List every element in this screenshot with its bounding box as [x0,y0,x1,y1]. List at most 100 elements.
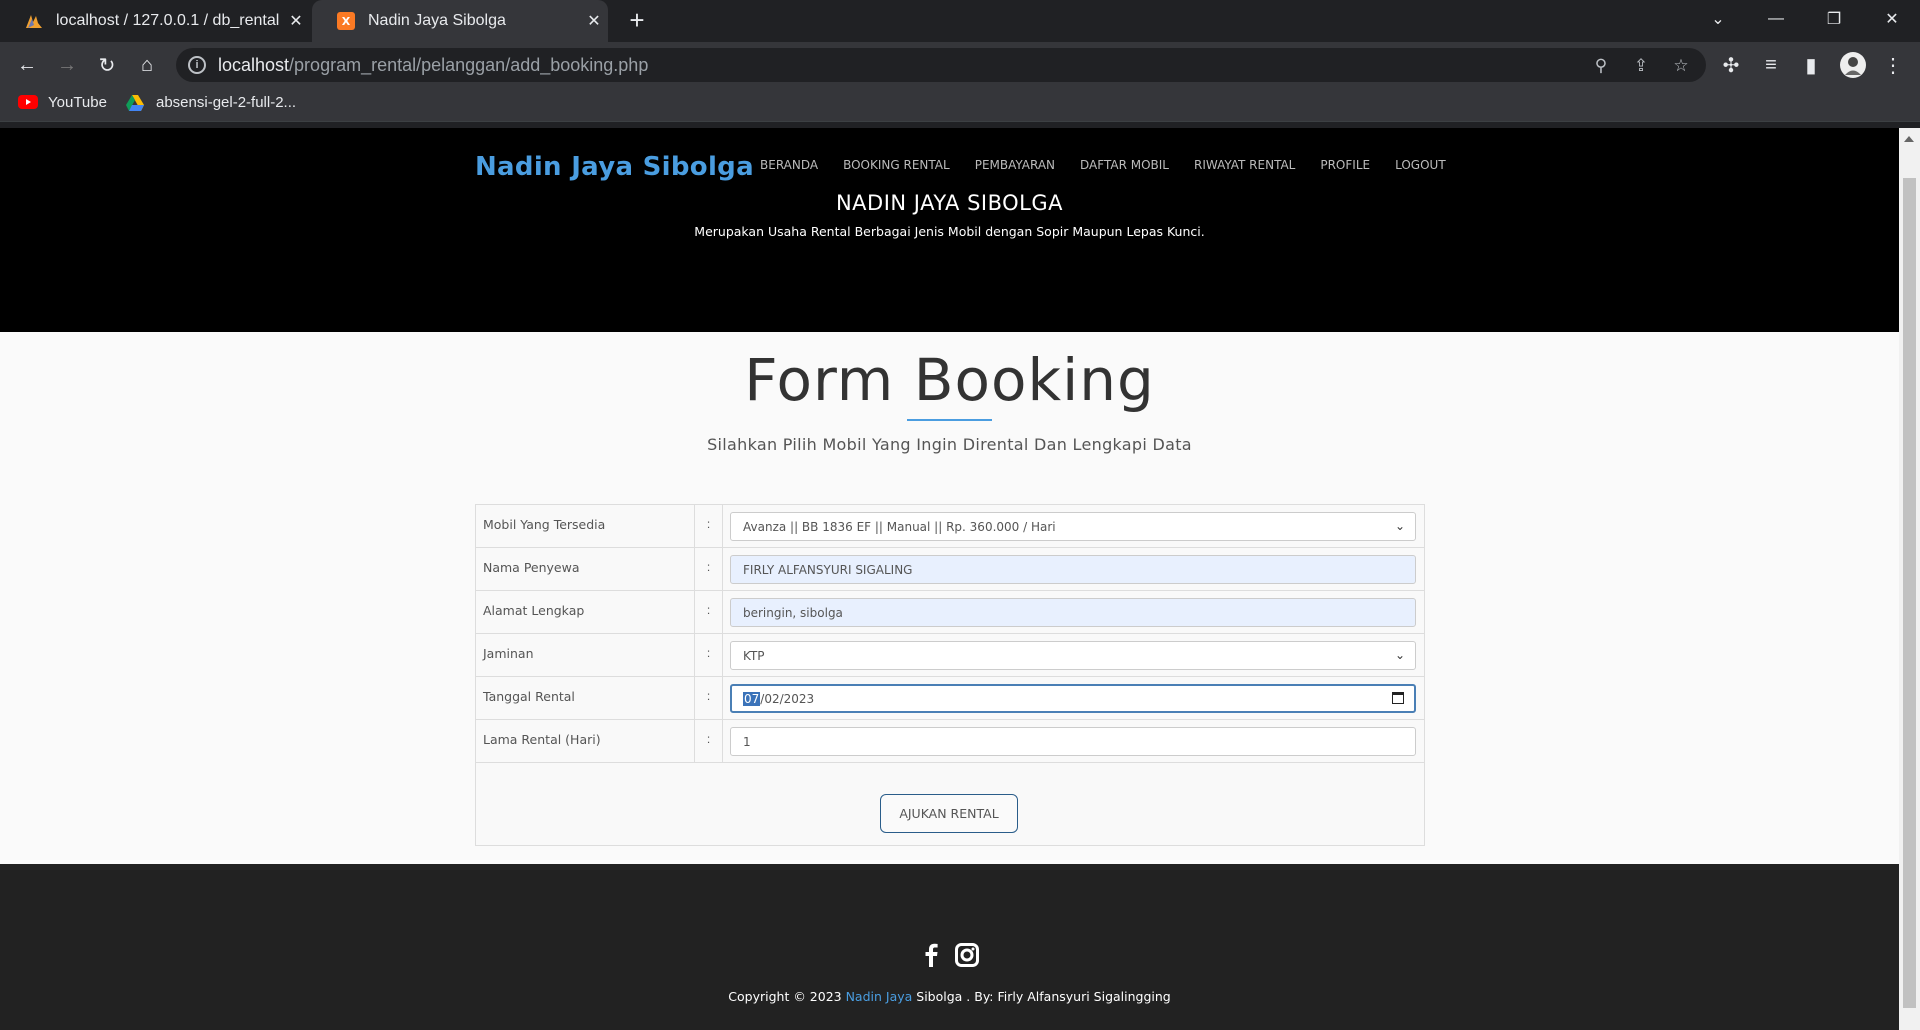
back-icon[interactable]: ← [12,50,42,80]
copyright-suffix: Sibolga . By: Firly Alfansyuri Sigalingg… [912,989,1171,1004]
tanggal-rental-input[interactable]: 07/02/2023 [730,684,1416,713]
site-info-icon[interactable]: i [188,56,206,74]
tab-nadin-jaya[interactable]: X Nadin Jaya Sibolga ✕ [312,0,608,42]
site-footer: Copyright © 2023 Nadin Jaya Sibolga . By… [0,864,1899,1030]
nav-item-beranda[interactable]: BERANDA [760,158,818,172]
nav-item-pembayaran[interactable]: PEMBAYARAN [975,158,1055,172]
nav-item-logout[interactable]: LOGOUT [1395,158,1446,172]
bookmarks-bar: YouTube absensi-gel-2-full-2... [0,88,1920,122]
minimize-icon[interactable]: — [1748,0,1804,38]
bookmark-absensi[interactable]: absensi-gel-2-full-2... [126,94,296,111]
main-nav: BERANDA BOOKING RENTAL PEMBAYARAN DAFTAR… [760,158,1471,172]
tab-phpmyadmin[interactable]: localhost / 127.0.0.1 / db_rental / ✕ [0,0,310,42]
form-row-alamat: Alamat Lengkap : beringin, sibolga [476,591,1424,634]
nav-item-booking-rental[interactable]: BOOKING RENTAL [843,158,950,172]
calendar-icon[interactable] [1392,692,1404,704]
extensions-icon[interactable]: ✣ [1716,50,1746,80]
form-row-lama: Lama Rental (Hari) : 1 [476,720,1424,763]
copyright-text: Copyright © 2023 Nadin Jaya Sibolga . By… [0,989,1899,1004]
form-row-nama: Nama Penyewa : FIRLY ALFANSYURI SIGALING [476,548,1424,591]
field-label: Nama Penyewa [476,548,695,591]
hero-header: Nadin Jaya Sibolga BERANDA BOOKING RENTA… [0,128,1899,332]
tab-title: localhost / 127.0.0.1 / db_rental / [56,12,282,29]
page-viewport: Nadin Jaya Sibolga BERANDA BOOKING RENTA… [0,128,1899,1030]
input-value: beringin, sibolga [743,606,843,620]
nav-item-riwayat-rental[interactable]: RIWAYAT RENTAL [1194,158,1295,172]
scrollbar-thumb[interactable] [1903,178,1916,1008]
mobil-select[interactable]: Avanza || BB 1836 EF || Manual || Rp. 36… [730,512,1416,541]
input-value: 1 [743,735,751,749]
field-colon: : [695,720,723,763]
nama-penyewa-input[interactable]: FIRLY ALFANSYURI SIGALING [730,555,1416,584]
bookmark-label: absensi-gel-2-full-2... [156,94,297,111]
reload-icon[interactable]: ↻ [92,50,122,80]
field-label: Jaminan [476,634,695,677]
bookmark-youtube[interactable]: YouTube [18,94,107,111]
field-label: Tanggal Rental [476,677,695,720]
field-colon: : [695,634,723,677]
google-drive-icon [126,94,146,111]
tab-search-icon[interactable]: ⌄ [1690,0,1746,38]
nav-item-daftar-mobil[interactable]: DAFTAR MOBIL [1080,158,1169,172]
alamat-input[interactable]: beringin, sibolga [730,598,1416,627]
form-row-tanggal: Tanggal Rental : 07/02/2023 [476,677,1424,720]
facebook-icon[interactable] [918,942,944,968]
url-text[interactable]: localhost/program_rental/pelanggan/add_b… [218,55,648,76]
address-bar[interactable]: i localhost/program_rental/pelanggan/add… [176,48,1706,82]
xampp-icon: X [336,11,356,31]
page-scrollbar[interactable] [1899,128,1920,1030]
field-colon: : [695,677,723,720]
restore-icon[interactable]: ❐ [1806,0,1862,38]
field-label: Mobil Yang Tersedia [476,505,695,548]
chevron-down-icon: ⌄ [1394,519,1405,533]
page-title: Form Booking [744,346,1155,414]
hero-title: NADIN JAYA SIBOLGA [835,191,1064,215]
booking-form: Mobil Yang Tersedia : Avanza || BB 1836 … [475,504,1425,846]
site-brand[interactable]: Nadin Jaya Sibolga [475,152,754,182]
field-colon: : [695,505,723,548]
avatar[interactable] [1838,50,1868,80]
scroll-up-icon[interactable] [1904,136,1914,142]
side-panel-icon[interactable]: ▮ [1796,50,1826,80]
input-value: FIRLY ALFANSYURI SIGALING [743,563,913,577]
select-value: KTP [743,649,765,663]
forward-icon[interactable]: → [52,50,82,80]
menu-kebab-icon[interactable]: ⋮ [1878,50,1908,80]
jaminan-select[interactable]: KTP ⌄ [730,641,1416,670]
select-value: Avanza || BB 1836 EF || Manual || Rp. 36… [743,520,1056,534]
page-subtitle: Silahkan Pilih Mobil Yang Ingin Dirental… [707,435,1192,454]
share-icon[interactable]: ⇪ [1630,55,1652,77]
chevron-down-icon: ⌄ [1394,648,1405,662]
copyright-prefix: Copyright © 2023 [728,989,846,1004]
lama-rental-input[interactable]: 1 [730,727,1416,756]
title-divider [907,419,992,421]
form-row-jaminan: Jaminan : KTP ⌄ [476,634,1424,677]
copyright-brand-link[interactable]: Nadin Jaya [846,989,913,1004]
field-colon: : [695,591,723,634]
field-label: Lama Rental (Hari) [476,720,695,763]
phpmyadmin-icon [24,11,44,31]
tab-title: Nadin Jaya Sibolga [368,12,506,29]
bookmark-star-icon[interactable]: ☆ [1670,55,1692,77]
nav-item-profile[interactable]: PROFILE [1320,158,1370,172]
youtube-icon [18,94,38,111]
field-colon: : [695,548,723,591]
new-tab-icon[interactable]: + [622,6,652,36]
date-day-segment[interactable]: 07 [743,692,761,706]
form-row-mobil: Mobil Yang Tersedia : Avanza || BB 1836 … [476,505,1424,548]
zoom-icon[interactable]: ⚲ [1590,55,1612,77]
media-control-icon[interactable]: ≡ [1756,50,1786,80]
ajukan-rental-button[interactable]: AJUKAN RENTAL [880,794,1018,833]
home-icon[interactable]: ⌂ [132,50,162,80]
svg-text:X: X [342,15,351,28]
hero-subtitle: Merupakan Usaha Rental Berbagai Jenis Mo… [694,224,1205,239]
field-label: Alamat Lengkap [476,591,695,634]
browser-tab-strip: localhost / 127.0.0.1 / db_rental / ✕ X … [0,0,1920,42]
bookmark-label: YouTube [48,94,107,111]
window-close-icon[interactable]: ✕ [1864,0,1920,38]
close-icon[interactable]: ✕ [282,11,310,31]
date-rest[interactable]: /02/2023 [760,692,814,706]
close-icon[interactable]: ✕ [580,11,608,31]
browser-toolbar: ← → ↻ ⌂ i localhost/program_rental/pelan… [0,42,1920,88]
instagram-icon[interactable] [954,942,980,968]
